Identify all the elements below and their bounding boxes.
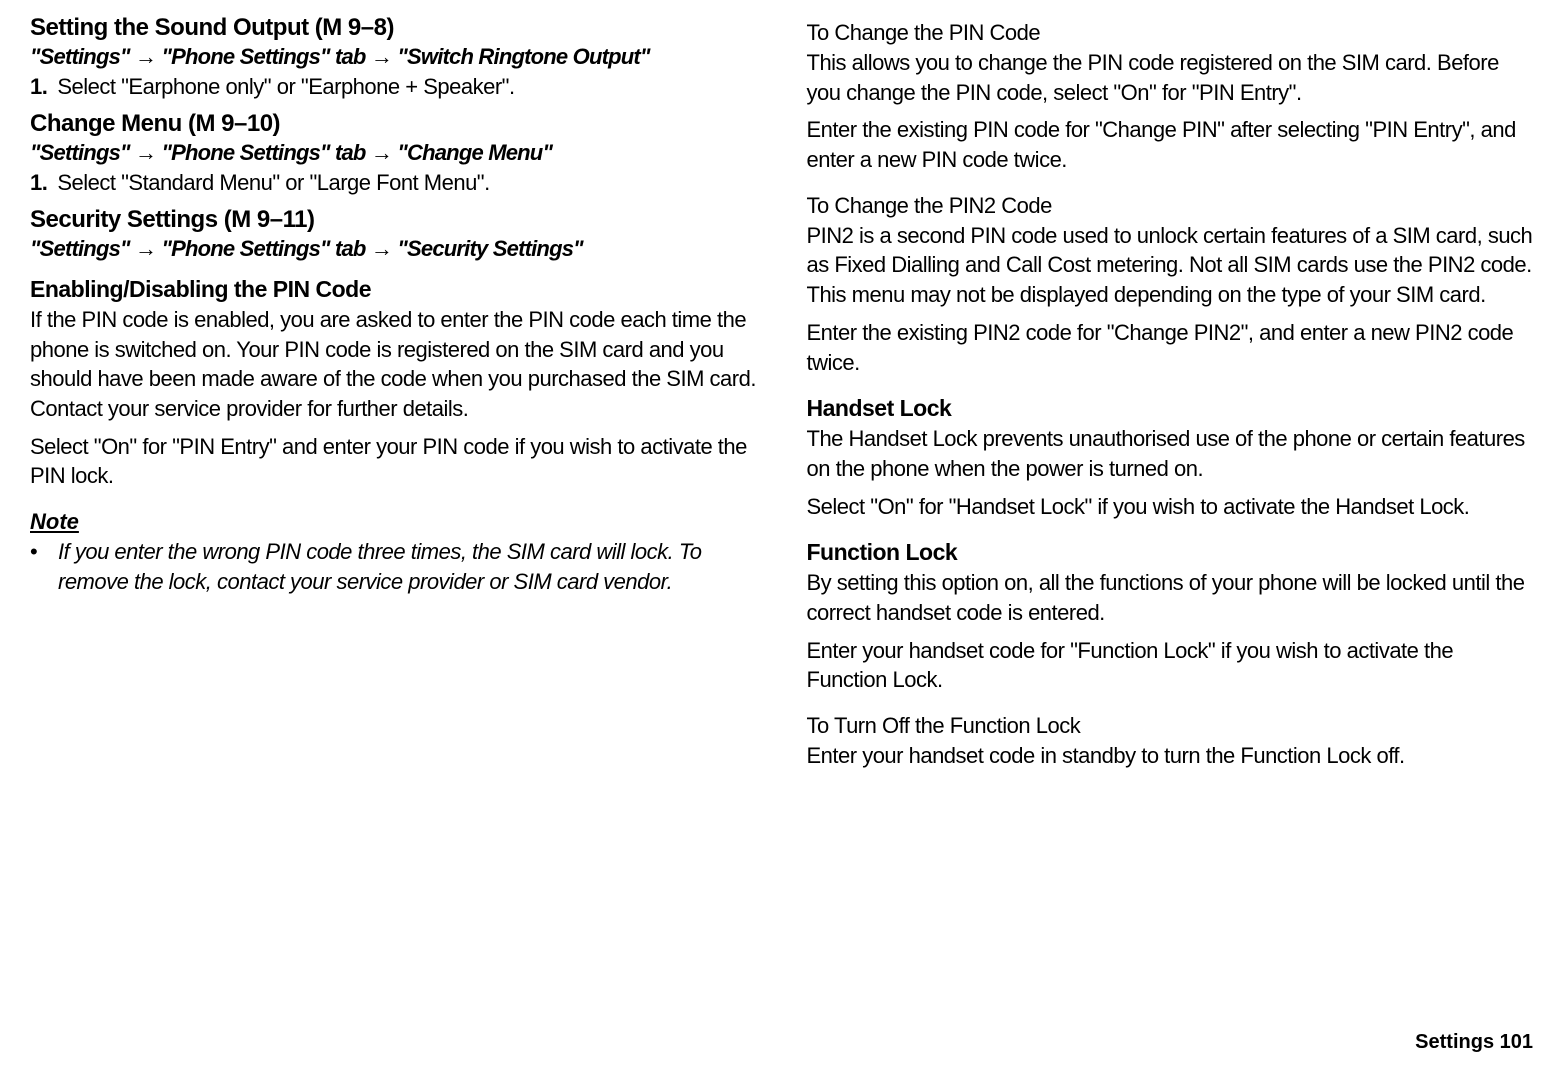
step-number: 1. — [30, 170, 47, 195]
note-bullet: • — [30, 537, 37, 567]
step-text: Select "Standard Menu" or "Large Font Me… — [57, 170, 489, 195]
change-pin2-heading: To Change the PIN2 Code — [807, 193, 1534, 219]
change-menu-heading: Change Menu (M 9–10) — [30, 110, 757, 138]
change-pin2-para2: Enter the existing PIN2 code for "Change… — [807, 318, 1534, 377]
change-menu-step1: 1. Select "Standard Menu" or "Large Font … — [30, 170, 757, 196]
function-lock-para2: Enter your handset code for "Function Lo… — [807, 636, 1534, 695]
handset-lock-para2: Select "On" for "Handset Lock" if you wi… — [807, 492, 1534, 522]
turn-off-function-lock-para1: Enter your handset code in standby to tu… — [807, 741, 1534, 771]
right-column: To Change the PIN Code This allows you t… — [807, 10, 1534, 1064]
change-pin-heading: To Change the PIN Code — [807, 20, 1534, 46]
handset-lock-heading: Handset Lock — [807, 395, 1534, 422]
handset-lock-para1: The Handset Lock prevents unauthorised u… — [807, 424, 1534, 483]
change-pin2-para1: PIN2 is a second PIN code used to unlock… — [807, 221, 1534, 310]
security-settings-nav: "Settings" → "Phone Settings" tab → "Sec… — [30, 236, 757, 262]
note-text: If you enter the wrong PIN code three ti… — [58, 539, 702, 594]
note-item: • If you enter the wrong PIN code three … — [58, 537, 757, 596]
sound-output-step1: 1. Select "Earphone only" or "Earphone + … — [30, 74, 757, 100]
security-settings-heading: Security Settings (M 9–11) — [30, 206, 757, 234]
pin-enable-para2: Select "On" for "PIN Entry" and enter yo… — [30, 432, 757, 491]
page-footer: Settings 101 — [1415, 1031, 1533, 1054]
pin-enable-subheading: Enabling/Disabling the PIN Code — [30, 276, 757, 303]
step-text: Select "Earphone only" or "Earphone + Sp… — [57, 74, 514, 99]
turn-off-function-lock-heading: To Turn Off the Function Lock — [807, 713, 1534, 739]
step-number: 1. — [30, 74, 47, 99]
sound-output-nav: "Settings" → "Phone Settings" tab → "Swi… — [30, 44, 757, 70]
change-pin-para2: Enter the existing PIN code for "Change … — [807, 115, 1534, 174]
function-lock-heading: Function Lock — [807, 539, 1534, 566]
left-column: Setting the Sound Output (M 9–8) "Settin… — [30, 10, 757, 1064]
change-menu-nav: "Settings" → "Phone Settings" tab → "Cha… — [30, 140, 757, 166]
change-pin-para1: This allows you to change the PIN code r… — [807, 48, 1534, 107]
sound-output-heading: Setting the Sound Output (M 9–8) — [30, 14, 757, 42]
function-lock-para1: By setting this option on, all the funct… — [807, 568, 1534, 627]
note-label: Note — [30, 509, 757, 535]
pin-enable-para1: If the PIN code is enabled, you are aske… — [30, 305, 757, 424]
